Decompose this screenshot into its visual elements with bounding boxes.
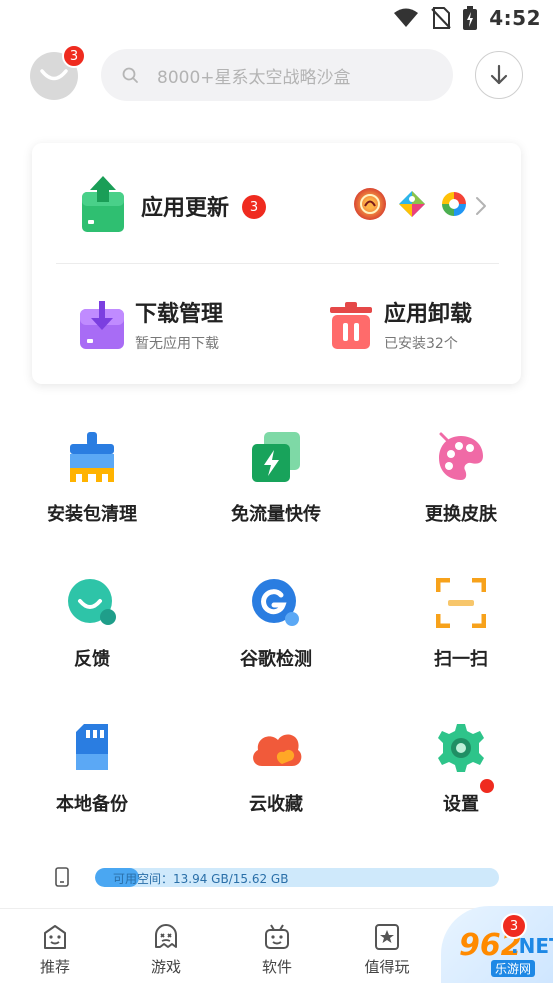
tool-label: 设置 bbox=[443, 794, 479, 815]
app-update-title: 应用更新 bbox=[141, 196, 230, 221]
app-management-card: 应用更新 3 下载管理 暂无应用下载 应用卸载 已安装32个 bbox=[32, 143, 521, 384]
download-manager-item[interactable]: 下载管理 暂无应用下载 bbox=[79, 301, 223, 353]
swirl-app-icon bbox=[438, 188, 470, 220]
trash-icon bbox=[330, 302, 372, 349]
download-arrow-icon bbox=[490, 64, 508, 85]
card-divider bbox=[56, 263, 499, 264]
tool-google-check[interactable]: 谷歌检测 bbox=[184, 575, 368, 671]
nav-label: 软件 bbox=[261, 958, 292, 976]
cloud-icon bbox=[253, 734, 302, 766]
uninstall-title: 应用卸载 bbox=[384, 302, 473, 327]
search-bar[interactable]: 8000+星系太空战略沙盒 bbox=[101, 49, 453, 101]
tool-scan[interactable]: 扫一扫 bbox=[369, 575, 553, 671]
pending-update-apps bbox=[354, 188, 470, 220]
recommend-icon bbox=[44, 925, 66, 949]
tool-fast-transfer[interactable]: 免流量快传 bbox=[184, 430, 368, 526]
scan-icon bbox=[436, 578, 486, 628]
puzzle-app-icon bbox=[396, 188, 428, 220]
tool-package-cleanup[interactable]: 安装包清理 bbox=[0, 430, 184, 526]
nav-recommend[interactable]: 推荐 bbox=[15, 923, 95, 977]
storage-bar: 可用空间：13.94 GB/15.62 GB bbox=[95, 868, 499, 887]
uninstall-subtitle: 已安装32个 bbox=[384, 336, 458, 352]
tool-change-skin[interactable]: 更换皮肤 bbox=[369, 430, 553, 526]
download-manager-title: 下载管理 bbox=[135, 302, 224, 327]
app-update-icon bbox=[82, 176, 124, 232]
phone-storage-icon bbox=[55, 867, 69, 887]
avatar[interactable]: 3 bbox=[30, 44, 86, 100]
google-check-icon bbox=[252, 579, 299, 626]
nav-label: 推荐 bbox=[39, 958, 70, 976]
uninstall-item[interactable]: 应用卸载 已安装32个 bbox=[328, 301, 472, 353]
tool-label: 更换皮肤 bbox=[425, 504, 497, 525]
app-update-row[interactable]: 应用更新 3 bbox=[32, 143, 521, 263]
tool-label: 安装包清理 bbox=[47, 504, 137, 525]
tool-label: 云收藏 bbox=[249, 794, 303, 815]
nav-games[interactable]: 游戏 bbox=[126, 923, 206, 977]
face-icon bbox=[40, 69, 68, 81]
nav-badge: 3 bbox=[501, 913, 527, 939]
clock: 4:52 bbox=[489, 6, 541, 30]
palette-icon bbox=[439, 432, 483, 480]
nav-label: 值得玩 bbox=[364, 958, 410, 976]
tool-cloud-favorites[interactable]: 云收藏 bbox=[184, 720, 368, 816]
game-app-icon bbox=[354, 188, 386, 220]
star-bookmark-icon bbox=[375, 924, 399, 950]
nav-software[interactable]: 软件 bbox=[237, 923, 317, 977]
watermark-logo: 962 .NET 乐游网 bbox=[441, 906, 553, 983]
wifi-icon bbox=[394, 8, 419, 27]
feedback-icon bbox=[68, 579, 116, 625]
tool-label: 免流量快传 bbox=[231, 504, 321, 525]
tool-feedback[interactable]: 反馈 bbox=[0, 575, 184, 671]
nav-worth-playing[interactable]: 值得玩 bbox=[347, 923, 427, 977]
sd-card-icon bbox=[76, 724, 108, 770]
download-manager-icon bbox=[80, 301, 124, 349]
search-icon bbox=[122, 67, 138, 83]
tool-label: 扫一扫 bbox=[434, 649, 488, 670]
gear-icon bbox=[438, 724, 484, 772]
status-bar: 4:52 bbox=[0, 0, 553, 38]
tool-label: 本地备份 bbox=[56, 794, 128, 815]
download-manager-subtitle: 暂无应用下载 bbox=[135, 336, 219, 352]
app-update-badge: 3 bbox=[242, 195, 266, 219]
tool-settings[interactable]: 设置 bbox=[369, 720, 553, 816]
search-placeholder: 8000+星系太空战略沙盒 bbox=[157, 67, 351, 88]
no-sim-icon bbox=[431, 7, 451, 29]
software-icon bbox=[265, 924, 289, 949]
broom-icon bbox=[70, 432, 114, 482]
battery-charging-icon bbox=[463, 6, 478, 30]
tool-label: 谷歌检测 bbox=[240, 649, 312, 670]
download-button[interactable] bbox=[475, 51, 523, 99]
storage-text: 可用空间：13.94 GB/15.62 GB bbox=[113, 872, 289, 886]
profile-page: 4:52 3 8000+星系太空战略沙盒 应用更新 3 下载管理 暂无应用下载 … bbox=[0, 0, 553, 983]
settings-notification-dot bbox=[480, 779, 494, 793]
avatar-badge: 3 bbox=[62, 44, 86, 68]
nav-label: 游戏 bbox=[150, 958, 181, 976]
tool-label: 反馈 bbox=[74, 649, 110, 670]
chevron-right-icon bbox=[476, 197, 486, 215]
fast-transfer-icon bbox=[252, 432, 300, 482]
game-ghost-icon bbox=[155, 924, 177, 948]
tool-local-backup[interactable]: 本地备份 bbox=[0, 720, 184, 816]
watermark-site: 乐游网 bbox=[491, 960, 536, 977]
